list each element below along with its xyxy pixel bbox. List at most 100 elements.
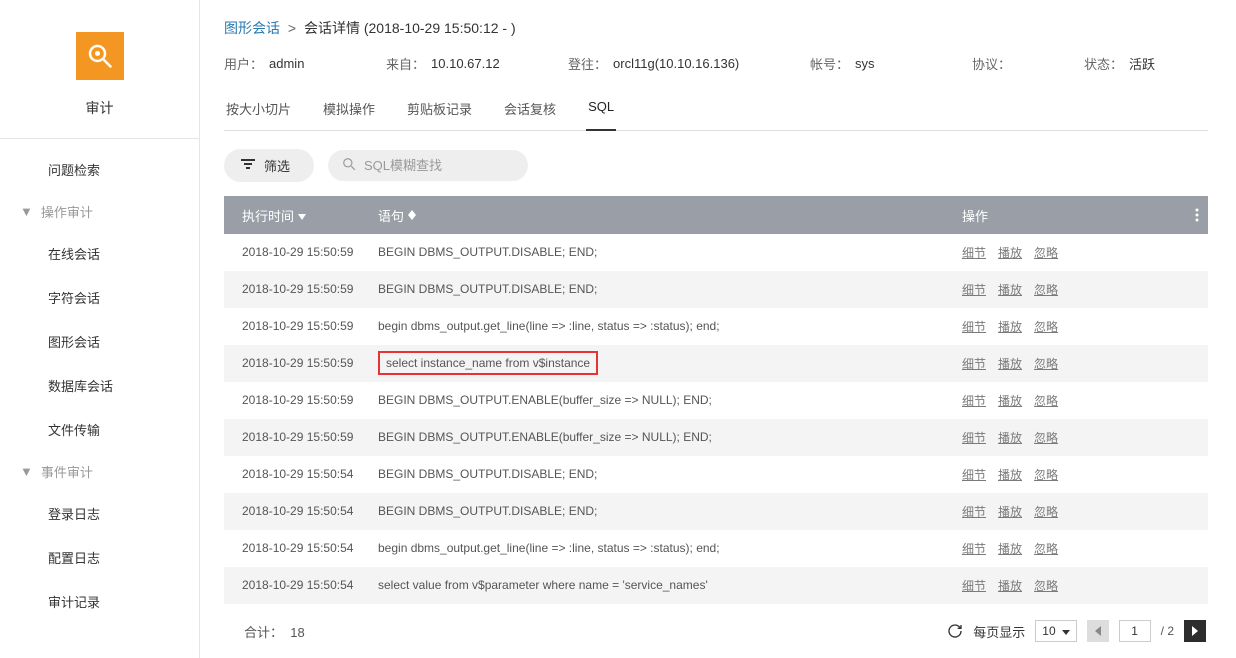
sidebar-section-event-audit[interactable]: ▼ 事件审计: [0, 451, 199, 491]
current-page-input[interactable]: 1: [1119, 620, 1151, 642]
sort-desc-icon: [298, 208, 306, 223]
cell-exec-time: 2018-10-29 15:50:54: [224, 578, 378, 592]
filter-icon: [240, 158, 256, 173]
ignore-link[interactable]: 忽略: [1034, 244, 1058, 261]
detail-link[interactable]: 细节: [962, 577, 986, 594]
table-row: 2018-10-29 15:50:59begin dbms_output.get…: [224, 308, 1208, 345]
refresh-button[interactable]: [947, 623, 963, 639]
breadcrumb-separator: >: [288, 20, 296, 36]
sidebar: 审计 问题检索 ▼ 操作审计 在线会话 字符会话 图形会话 数据库会话 文件传输…: [0, 0, 200, 658]
ignore-link[interactable]: 忽略: [1034, 577, 1058, 594]
total-label: 合计：: [244, 625, 283, 640]
detail-link[interactable]: 细节: [962, 281, 986, 298]
tab-simulate[interactable]: 模拟操作: [321, 91, 377, 130]
caret-down-icon: ▼: [20, 204, 33, 219]
tab-sql[interactable]: SQL: [586, 91, 616, 130]
ignore-link[interactable]: 忽略: [1034, 429, 1058, 446]
ignore-link[interactable]: 忽略: [1034, 392, 1058, 409]
detail-link[interactable]: 细节: [962, 540, 986, 557]
detail-link[interactable]: 细节: [962, 244, 986, 261]
replay-link[interactable]: 播放: [998, 392, 1022, 409]
cell-operations: 细节播放忽略: [962, 577, 1186, 594]
info-login-label: 登往：: [568, 54, 607, 73]
sidebar-item-label: 审计记录: [48, 592, 100, 611]
ignore-link[interactable]: 忽略: [1034, 540, 1058, 557]
sidebar-item-db-session[interactable]: 数据库会话: [0, 363, 199, 407]
sidebar-item-issue-search[interactable]: 问题检索: [0, 147, 199, 191]
detail-link[interactable]: 细节: [962, 355, 986, 372]
tabs: 按大小切片 模拟操作 剪贴板记录 会话复核 SQL: [224, 91, 1208, 131]
replay-link[interactable]: 播放: [998, 429, 1022, 446]
sidebar-item-login-log[interactable]: 登录日志: [0, 491, 199, 535]
th-exec-time[interactable]: 执行时间: [224, 206, 378, 225]
total-count: 合计： 18: [226, 622, 305, 641]
info-user-label: 用户：: [224, 54, 263, 73]
pager: 每页显示 10 1 / 2: [947, 620, 1206, 642]
table-row: 2018-10-29 15:50:54select value from v$p…: [224, 567, 1208, 604]
sidebar-item-online-session[interactable]: 在线会话: [0, 231, 199, 275]
cell-exec-time: 2018-10-29 15:50:59: [224, 430, 378, 444]
tab-slice[interactable]: 按大小切片: [224, 91, 293, 130]
next-page-button[interactable]: [1184, 620, 1206, 642]
ignore-link[interactable]: 忽略: [1034, 318, 1058, 335]
cell-exec-time: 2018-10-29 15:50:54: [224, 504, 378, 518]
info-account-label: 帐号：: [810, 54, 849, 73]
breadcrumb-current: 会话详情 (2018-10-29 15:50:12 - ): [304, 20, 516, 36]
ignore-link[interactable]: 忽略: [1034, 281, 1058, 298]
session-info-row: 用户：admin 来自：10.10.67.12 登往：orcl11g(10.10…: [224, 54, 1208, 73]
replay-link[interactable]: 播放: [998, 244, 1022, 261]
total-pages: / 2: [1161, 624, 1174, 638]
ignore-link[interactable]: 忽略: [1034, 466, 1058, 483]
cell-statement: begin dbms_output.get_line(line => :line…: [378, 541, 962, 555]
detail-link[interactable]: 细节: [962, 466, 986, 483]
page-size-select[interactable]: 10: [1035, 620, 1076, 642]
replay-link[interactable]: 播放: [998, 318, 1022, 335]
search-box[interactable]: [328, 150, 528, 181]
ignore-link[interactable]: 忽略: [1034, 355, 1058, 372]
table-body: 2018-10-29 15:50:59BEGIN DBMS_OUTPUT.DIS…: [224, 234, 1208, 604]
sidebar-item-file-transfer[interactable]: 文件传输: [0, 407, 199, 451]
table-row: 2018-10-29 15:50:54BEGIN DBMS_OUTPUT.DIS…: [224, 456, 1208, 493]
info-account-value: sys: [855, 56, 875, 71]
table-row: 2018-10-29 15:50:54begin dbms_output.get…: [224, 530, 1208, 567]
replay-link[interactable]: 播放: [998, 355, 1022, 372]
filter-button[interactable]: 筛选: [224, 149, 314, 182]
detail-link[interactable]: 细节: [962, 392, 986, 409]
sidebar-section-op-audit[interactable]: ▼ 操作审计: [0, 191, 199, 231]
prev-page-button[interactable]: [1087, 620, 1109, 642]
cell-exec-time: 2018-10-29 15:50:59: [224, 282, 378, 296]
ignore-link[interactable]: 忽略: [1034, 503, 1058, 520]
breadcrumb-link[interactable]: 图形会话: [224, 20, 280, 36]
th-menu-button[interactable]: [1186, 208, 1208, 222]
replay-link[interactable]: 播放: [998, 503, 1022, 520]
detail-link[interactable]: 细节: [962, 503, 986, 520]
replay-link[interactable]: 播放: [998, 540, 1022, 557]
tab-review[interactable]: 会话复核: [502, 91, 558, 130]
replay-link[interactable]: 播放: [998, 466, 1022, 483]
info-status-value: 活跃: [1129, 54, 1155, 73]
cell-statement: begin dbms_output.get_line(line => :line…: [378, 319, 962, 333]
tab-label: 剪贴板记录: [407, 102, 472, 117]
detail-link[interactable]: 细节: [962, 429, 986, 446]
info-protocol-label: 协议：: [972, 54, 1011, 73]
cell-operations: 细节播放忽略: [962, 503, 1186, 520]
sql-search-input[interactable]: [364, 158, 540, 173]
sidebar-item-label: 文件传输: [48, 420, 100, 439]
sidebar-item-audit-record[interactable]: 审计记录: [0, 579, 199, 623]
sidebar-item-graph-session[interactable]: 图形会话: [0, 319, 199, 363]
sidebar-item-char-session[interactable]: 字符会话: [0, 275, 199, 319]
sidebar-item-config-log[interactable]: 配置日志: [0, 535, 199, 579]
cell-statement: BEGIN DBMS_OUTPUT.ENABLE(buffer_size => …: [378, 393, 962, 407]
table-row: 2018-10-29 15:50:59select instance_name …: [224, 345, 1208, 382]
filter-label: 筛选: [264, 156, 290, 175]
sidebar-header: 审计: [0, 0, 199, 139]
th-statement[interactable]: 语句: [378, 206, 962, 225]
sidebar-nav: 问题检索 ▼ 操作审计 在线会话 字符会话 图形会话 数据库会话 文件传输 ▼ …: [0, 139, 199, 623]
table-row: 2018-10-29 15:50:59BEGIN DBMS_OUTPUT.ENA…: [224, 382, 1208, 419]
tab-clipboard[interactable]: 剪贴板记录: [405, 91, 474, 130]
page-size-value: 10: [1042, 624, 1055, 638]
cell-operations: 细节播放忽略: [962, 392, 1186, 409]
replay-link[interactable]: 播放: [998, 577, 1022, 594]
replay-link[interactable]: 播放: [998, 281, 1022, 298]
detail-link[interactable]: 细节: [962, 318, 986, 335]
